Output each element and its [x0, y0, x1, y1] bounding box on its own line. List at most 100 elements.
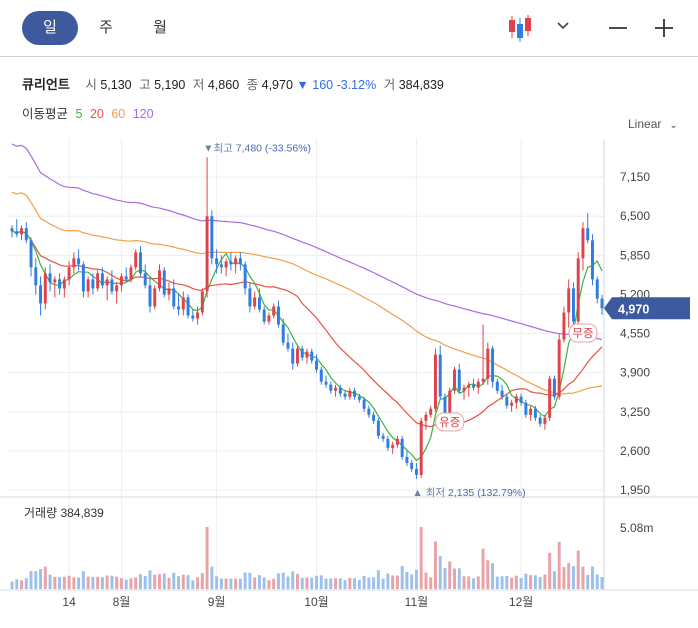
candle-body — [276, 306, 280, 325]
volume-bar — [462, 576, 466, 589]
volume-bar — [200, 573, 204, 589]
candle-body — [77, 258, 81, 265]
candle-body — [238, 258, 242, 265]
candle-body — [162, 270, 166, 295]
candle-body — [96, 273, 100, 289]
candle-body — [329, 384, 333, 391]
candle-body — [467, 384, 471, 388]
volume-bar — [353, 578, 357, 589]
volume-bar — [267, 580, 271, 589]
candle-body — [43, 273, 47, 304]
candle-body — [353, 390, 357, 397]
high-annotation: ▼최고 7,480 (-33.56%) — [203, 142, 311, 154]
candle-body — [324, 381, 328, 385]
price-chart[interactable]: 7,1506,5005,8505,2004,5503,9003,2502,600… — [0, 0, 698, 628]
volume-bar — [181, 574, 185, 589]
candle-body — [595, 279, 599, 299]
event-badge-label: 유증 — [439, 416, 460, 429]
candle-body — [524, 402, 528, 415]
candle-body — [457, 369, 461, 391]
volume-bar — [324, 578, 328, 589]
volume-bar — [319, 575, 323, 589]
volume-bar — [443, 568, 447, 589]
candle-body — [400, 438, 404, 457]
volume-bar — [67, 575, 71, 589]
volume-bar — [395, 575, 399, 589]
candle-body — [281, 324, 285, 343]
volume-bar — [119, 578, 123, 589]
volume-bar — [457, 568, 461, 589]
candle-body — [67, 267, 71, 280]
volume-bar — [343, 580, 347, 589]
volume-bar — [191, 580, 195, 589]
volume-bar — [124, 579, 128, 589]
volume-bar — [576, 550, 580, 589]
candle-body — [48, 273, 52, 283]
candle-body — [476, 381, 480, 388]
volume-bar — [81, 571, 85, 589]
time-tick-label: 8월 — [113, 595, 131, 609]
volume-panel-label: 거래량 384,839 — [24, 506, 104, 520]
volume-bar — [419, 527, 423, 589]
candle-body — [453, 369, 456, 391]
ma20-line — [11, 230, 603, 428]
price-tick-label: 7,150 — [620, 170, 650, 184]
volume-axis-label: 5.08m — [620, 521, 653, 535]
volume-bar — [91, 577, 95, 589]
volume-bar — [467, 576, 471, 589]
candle-body — [562, 312, 566, 340]
volume-bar — [448, 561, 452, 589]
volume-bar — [524, 573, 528, 589]
volume-bar — [186, 575, 190, 589]
volume-bar — [581, 566, 585, 589]
volume-bar — [34, 571, 38, 589]
volume-bar — [338, 578, 342, 589]
volume-bar — [305, 577, 309, 589]
time-tick-label: 10월 — [304, 595, 328, 609]
volume-bar — [438, 556, 442, 589]
candle-body — [334, 387, 338, 391]
candle-body — [591, 240, 594, 280]
candle-body — [124, 276, 128, 280]
volume-bar — [296, 573, 299, 589]
candle-body — [538, 417, 542, 424]
candle-body — [438, 354, 442, 397]
volume-bar — [205, 527, 209, 589]
price-tick-label: 3,250 — [620, 405, 650, 419]
candle-body — [472, 384, 476, 388]
candle-body — [581, 228, 585, 259]
volume-bar — [153, 574, 157, 589]
candle-body — [305, 351, 309, 358]
volume-bar — [10, 581, 14, 589]
volume-bar — [362, 575, 366, 589]
volume-bar — [591, 566, 594, 589]
volume-bar — [386, 573, 390, 589]
volume-bar — [29, 571, 33, 589]
candle-body — [248, 288, 252, 307]
volume-bar — [600, 576, 604, 589]
volume-bar — [495, 576, 499, 589]
volume-bar — [376, 570, 380, 589]
volume-bar — [224, 578, 228, 589]
candle-body — [181, 297, 185, 310]
candle-body — [10, 228, 14, 232]
candle-body — [100, 273, 104, 286]
volume-bar — [138, 574, 142, 589]
volume-bar — [253, 577, 257, 589]
volume-bar — [381, 578, 385, 589]
candle-body — [419, 420, 423, 475]
candle-body — [72, 258, 76, 268]
candle-body — [115, 285, 119, 292]
candle-body — [58, 279, 62, 289]
candle-body — [91, 279, 95, 289]
candle-body — [29, 240, 33, 268]
volume-bar — [248, 572, 252, 589]
candle-body — [62, 279, 66, 289]
candle-body — [196, 312, 200, 319]
volume-bar — [143, 575, 147, 589]
volume-bar — [481, 548, 485, 589]
candle-body — [210, 216, 214, 259]
candle-body — [576, 258, 580, 322]
candle-body — [262, 309, 266, 322]
candle-body — [514, 396, 518, 403]
